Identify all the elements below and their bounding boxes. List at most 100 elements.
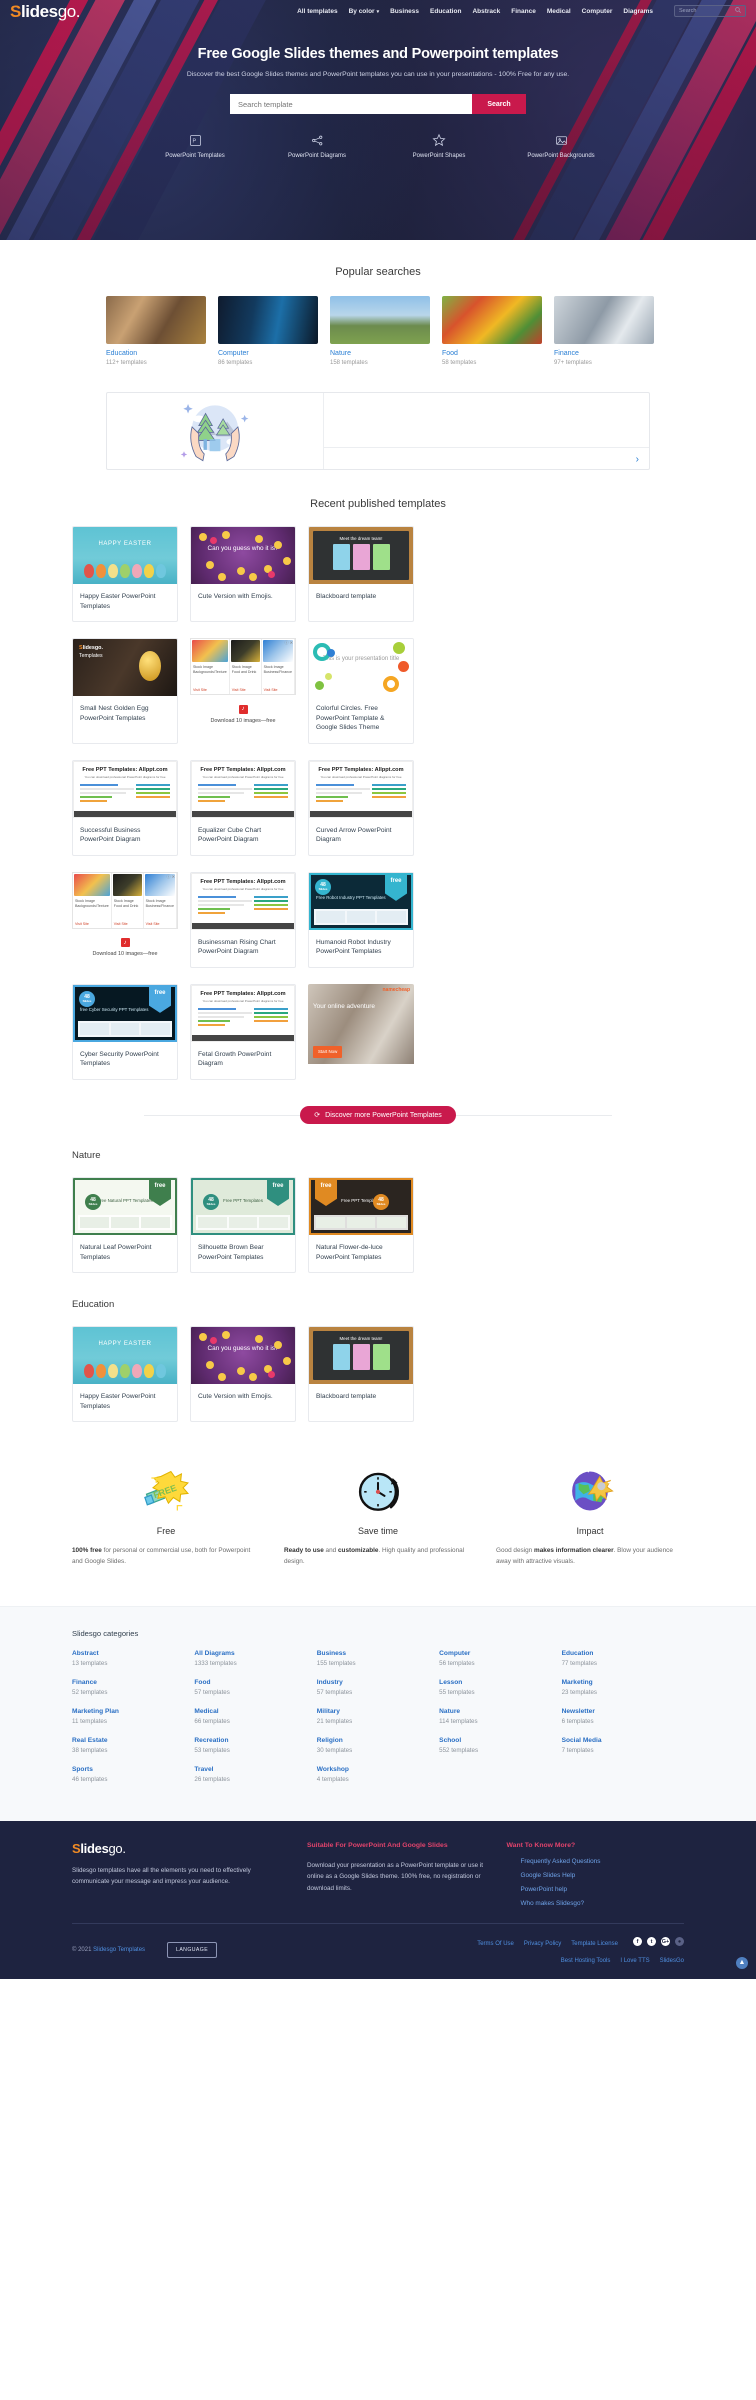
template-card[interactable]: 48 Slides free free Cyber Security PPT Temp… xyxy=(72,983,178,1081)
category-name[interactable]: Real Estate xyxy=(72,1737,194,1744)
facebook-icon[interactable]: f xyxy=(633,1937,642,1947)
quick-link-powerpoint-diagrams[interactable]: PowerPoint Diagrams xyxy=(272,132,362,159)
advertisement-column[interactable]: Stock Image Backgrounds/Texture Visit Sit… xyxy=(191,639,230,695)
language-button[interactable]: LANGUAGE xyxy=(167,1942,218,1959)
nav-item-by-color[interactable]: By color ▾ xyxy=(349,8,380,15)
category-name[interactable]: Abstract xyxy=(72,1650,194,1657)
popular-search-card[interactable]: Food 58 templates xyxy=(442,296,542,366)
category-name[interactable]: Recreation xyxy=(194,1737,316,1744)
category-item[interactable]: Medical 66 templates xyxy=(194,1708,316,1725)
nav-item-finance[interactable]: Finance xyxy=(511,8,536,15)
advertisement-column[interactable]: Stock Image Business/Finance Visit Site xyxy=(262,639,295,695)
advertisement-unit[interactable]: Stock Image Backgrounds/Texture Visit Sit… xyxy=(72,871,178,968)
category-name[interactable]: Education xyxy=(562,1650,684,1657)
carousel-next-button[interactable]: › xyxy=(636,454,639,465)
category-name[interactable]: Workshop xyxy=(317,1766,439,1773)
category-name[interactable]: Marketing Plan xyxy=(72,1708,194,1715)
category-name[interactable]: Religion xyxy=(317,1737,439,1744)
advertisement-unit[interactable]: Stock Image Backgrounds/Texture Visit Sit… xyxy=(190,638,296,744)
promo-carousel[interactable]: › xyxy=(106,392,650,470)
category-name[interactable]: Food xyxy=(194,1679,316,1686)
category-item[interactable]: Marketing Plan 11 templates xyxy=(72,1708,194,1725)
category-item[interactable]: Social Media 7 templates xyxy=(562,1737,684,1754)
category-item[interactable]: Newsletter 6 templates xyxy=(562,1708,684,1725)
footer-bottom-link[interactable]: Best Hosting Tools xyxy=(561,1958,611,1964)
template-card[interactable]: HAPPY EASTER Happy Easter PowerPoint Temp… xyxy=(72,526,178,623)
category-name[interactable]: Social Media xyxy=(562,1737,684,1744)
footer-logo[interactable]: Slidesgo. xyxy=(72,1841,285,1856)
nav-item-business[interactable]: Business xyxy=(390,8,419,15)
hero-search-button[interactable]: Search xyxy=(472,94,526,114)
footer-bottom-link[interactable]: Template License xyxy=(571,1941,618,1947)
footer-link[interactable]: Frequently Asked Questions xyxy=(521,1858,685,1865)
nav-item-medical[interactable]: Medical xyxy=(547,8,571,15)
category-item[interactable]: Food 57 templates xyxy=(194,1679,316,1696)
category-item[interactable]: Military 21 templates xyxy=(317,1708,439,1725)
category-item[interactable]: Computer 56 templates xyxy=(439,1650,561,1667)
popular-search-card[interactable]: Computer 86 templates xyxy=(218,296,318,366)
template-card[interactable]: Free PPT Templates: Allppt.com You can do… xyxy=(190,759,296,856)
advertisement-column[interactable]: Stock Image Food and Drink Visit Site xyxy=(112,872,144,928)
category-name[interactable]: Military xyxy=(317,1708,439,1715)
popular-search-card[interactable]: Education 112+ templates xyxy=(106,296,206,366)
advertisement-column[interactable]: Stock Image Food and Drink Visit Site xyxy=(230,639,262,695)
category-item[interactable]: All Diagrams 1333 templates xyxy=(194,1650,316,1667)
category-name[interactable]: Travel xyxy=(194,1766,316,1773)
google-plus-icon[interactable]: G+ xyxy=(661,1937,670,1947)
category-name[interactable]: Industry xyxy=(317,1679,439,1686)
advertisement-column[interactable]: Stock Image Backgrounds/Texture Visit Sit… xyxy=(73,872,112,928)
category-item[interactable]: Travel 26 templates xyxy=(194,1766,316,1783)
template-card[interactable]: Free PPT Templates: Allppt.com You can do… xyxy=(190,983,296,1081)
category-name[interactable]: School xyxy=(439,1737,561,1744)
category-item[interactable]: Education 77 templates xyxy=(562,1650,684,1667)
template-card[interactable]: HAPPY EASTER Happy Easter PowerPoint Temp… xyxy=(72,1326,178,1423)
hero-search-input[interactable] xyxy=(230,94,472,114)
advertisement-column[interactable]: Stock Image Business/Finance Visit Site xyxy=(144,872,177,928)
nav-item-education[interactable]: Education xyxy=(430,8,461,15)
category-item[interactable]: Industry 57 templates xyxy=(317,1679,439,1696)
category-item[interactable]: Marketing 23 templates xyxy=(562,1679,684,1696)
nav-item-abstrack[interactable]: Abstrack xyxy=(472,8,500,15)
category-item[interactable]: Abstract 13 templates xyxy=(72,1650,194,1667)
nav-item-diagrams[interactable]: Diagrams xyxy=(623,8,653,15)
footer-bottom-link[interactable]: Privacy Policy xyxy=(524,1941,561,1947)
category-item[interactable]: Recreation 53 templates xyxy=(194,1737,316,1754)
template-card[interactable]: Can you guess who it is? Cute Version wit… xyxy=(190,526,296,623)
footer-bottom-link[interactable]: SlidesGo xyxy=(660,1958,684,1964)
template-card[interactable]: Can you guess who it is? Cute Version wit… xyxy=(190,1326,296,1423)
category-name[interactable]: Computer xyxy=(439,1650,561,1657)
advertisement-banner[interactable]: Your online adventure Start Now namecheap xyxy=(308,983,414,1081)
template-card[interactable]: Free PPT Templates: Allppt.com You can do… xyxy=(190,871,296,968)
ad-close-icon[interactable]: ⓘ ✕ xyxy=(285,640,293,646)
category-name[interactable]: Medical xyxy=(194,1708,316,1715)
twitter-icon[interactable]: t xyxy=(647,1937,656,1947)
template-card[interactable]: This is your presentation title Colorful … xyxy=(308,638,414,744)
scroll-to-top-button[interactable]: ▲ xyxy=(736,1956,748,1969)
footer-bottom-link[interactable]: Terms Of Use xyxy=(477,1941,514,1947)
footer-link[interactable]: Who makes Slidesgo? xyxy=(521,1900,685,1907)
category-name[interactable]: Newsletter xyxy=(562,1708,684,1715)
footer-bottom-link[interactable]: I Love TTS xyxy=(620,1958,649,1964)
category-item[interactable]: Sports 46 templates xyxy=(72,1766,194,1783)
nav-item-all-templates[interactable]: All templates xyxy=(297,8,337,15)
category-name[interactable]: Finance xyxy=(72,1679,194,1686)
category-name[interactable]: Business xyxy=(317,1650,439,1657)
category-name[interactable]: All Diagrams xyxy=(194,1650,316,1657)
template-card[interactable]: free 48 Slides Free Natural PPT Templates Na… xyxy=(72,1177,178,1274)
category-item[interactable]: Religion 30 templates xyxy=(317,1737,439,1754)
discover-more-button[interactable]: ⟳ Discover more PowerPoint Templates xyxy=(300,1106,456,1125)
category-name[interactable]: Sports xyxy=(72,1766,194,1773)
popular-search-card[interactable]: Finance 97+ templates xyxy=(554,296,654,366)
category-item[interactable]: Workshop 4 templates xyxy=(317,1766,439,1783)
category-item[interactable]: Business 155 templates xyxy=(317,1650,439,1667)
template-card[interactable]: free 48 Slides Free PPT Templates Silhouette… xyxy=(190,1177,296,1274)
template-card[interactable]: free 48 Slides Free PPT Templates Natural Fl… xyxy=(308,1177,414,1274)
category-item[interactable]: Lesson 55 templates xyxy=(439,1679,561,1696)
header-search-input[interactable]: Search xyxy=(674,5,746,17)
popular-search-card[interactable]: Nature 158 templates xyxy=(330,296,430,366)
quick-link-powerpoint-shapes[interactable]: PowerPoint Shapes xyxy=(394,132,484,159)
quick-link-powerpoint-templates[interactable]: P PowerPoint Templates xyxy=(150,132,240,159)
template-card[interactable]: Meet the dream team! Blackboard template xyxy=(308,1326,414,1423)
template-card[interactable]: Free PPT Templates: Allppt.com You can do… xyxy=(308,759,414,856)
footer-link[interactable]: Google Slides Help xyxy=(521,1872,685,1879)
